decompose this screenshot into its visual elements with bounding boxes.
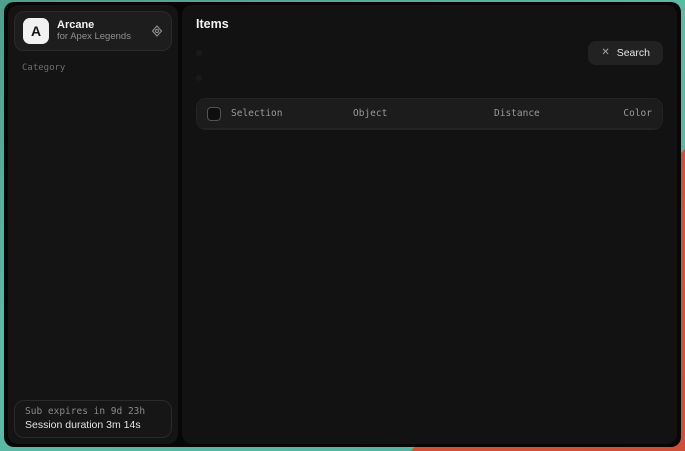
brand-card: A Arcane for Apex Legends xyxy=(14,11,172,51)
toolbar: ✕ Search xyxy=(196,41,663,65)
category-label: Category xyxy=(22,63,178,73)
view-tabs xyxy=(196,75,202,81)
sidebar: A Arcane for Apex Legends Category Sub e… xyxy=(8,5,178,444)
subscription-card: Sub expires in 9d 23h Session duration 3… xyxy=(14,400,172,438)
sub-expires-text: Sub expires in 9d 23h xyxy=(25,406,161,417)
main-panel: Items ✕ Search Selection Object Distance… xyxy=(182,5,677,444)
app-window: A Arcane for Apex Legends Category Sub e… xyxy=(4,2,681,447)
search-button[interactable]: ✕ Search xyxy=(588,41,663,65)
search-label: Search xyxy=(617,47,650,59)
select-all-checkbox[interactable] xyxy=(207,107,221,121)
brand-name: Arcane xyxy=(57,19,143,32)
table-header: Selection Object Distance Color xyxy=(197,99,662,129)
mode-tabs xyxy=(196,50,202,56)
brand-logo: A xyxy=(23,18,49,44)
col-distance: Distance xyxy=(494,108,594,119)
col-selection: Selection xyxy=(231,108,353,119)
badge-icon[interactable] xyxy=(151,25,163,37)
page-title: Items xyxy=(196,17,663,31)
col-color: Color xyxy=(594,108,652,119)
session-duration-text: Session duration 3m 14s xyxy=(25,419,161,431)
x-icon: ✕ xyxy=(601,48,609,58)
col-object: Object xyxy=(353,108,494,119)
items-table: Selection Object Distance Color xyxy=(196,98,663,130)
brand-subtitle: for Apex Legends xyxy=(57,32,143,43)
